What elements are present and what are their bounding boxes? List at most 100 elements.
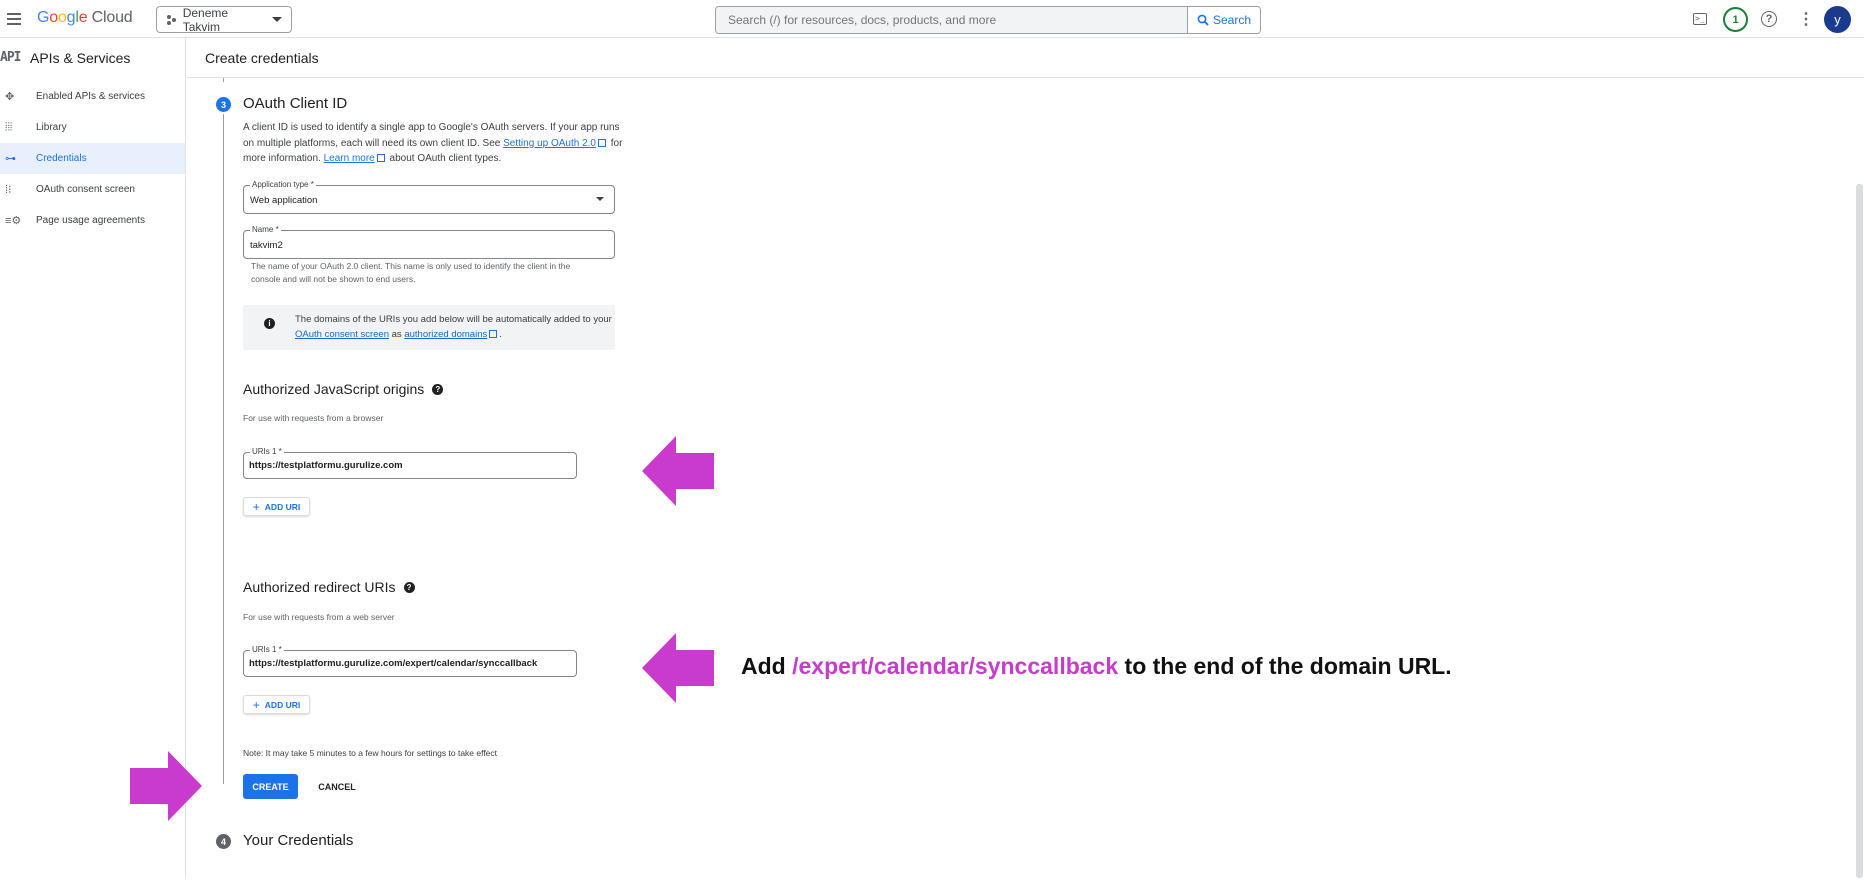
logo-letter: e <box>78 9 88 26</box>
name-field-label: Name * <box>250 225 281 235</box>
external-link-icon <box>376 154 385 162</box>
info-icon: i <box>264 318 275 329</box>
info-callout: i The domains of the URIs you add below … <box>243 305 615 350</box>
info-text-part: The domains of the URIs you add below wi… <box>295 314 612 325</box>
stepper-line <box>223 78 224 82</box>
application-type-label: Application type * <box>250 180 316 190</box>
sidebar-item-enabled-apis[interactable]: ✥ Enabled APIs & services <box>0 81 185 112</box>
api-logo-icon: API <box>0 50 21 65</box>
step-number-badge: 3 <box>216 97 231 112</box>
add-js-origin-uri-button[interactable]: + ADD URI <box>243 497 310 516</box>
arrow-left-icon <box>642 633 714 703</box>
arrow-right-icon <box>130 751 202 821</box>
plus-icon: + <box>252 499 260 514</box>
step-title: OAuth Client ID <box>243 95 348 112</box>
instruction-annotation: Add /expert/calendar/synccallback to the… <box>741 653 1452 680</box>
avatar[interactable]: y <box>1824 6 1851 33</box>
menu-icon[interactable] <box>7 13 21 25</box>
annotation-text: Add <box>741 653 786 679</box>
sidebar-item-label: Page usage agreements <box>36 215 145 226</box>
project-icon <box>167 14 177 25</box>
api-hub-icon: ✥ <box>5 91 15 103</box>
js-origins-subtitle: For use with requests from a browser <box>243 413 384 423</box>
info-text-part: . <box>499 329 502 340</box>
notification-badge[interactable]: 1 <box>1723 7 1748 32</box>
uri-field-label: URIs 1 * <box>250 645 284 655</box>
redirect-uri-input[interactable]: URIs 1 * https://testplatformu.gurulize.… <box>243 645 577 677</box>
sidebar-header[interactable]: API APIs & Services <box>0 38 185 77</box>
add-uri-label: ADD URI <box>264 699 301 710</box>
sidebar-item-oauth-consent[interactable]: ⁞⁝ OAuth consent screen <box>0 174 185 205</box>
oauth-description: A client ID is used to identify a single… <box>243 120 623 167</box>
help-icon[interactable]: ? <box>1759 9 1779 29</box>
key-icon: ⊶ <box>5 153 16 165</box>
plus-icon: + <box>252 697 260 712</box>
annotation-text: to the end of the domain URL. <box>1124 653 1452 679</box>
arrow-left-icon <box>642 436 714 506</box>
info-text-part: as <box>391 329 402 340</box>
external-link-icon <box>597 138 606 147</box>
search-button-label: Search <box>1212 13 1252 27</box>
settings-note: Note: It may take 5 minutes to a few hou… <box>243 748 498 758</box>
terminal-icon[interactable]: >_ <box>1690 9 1710 29</box>
logo-cloud-text: Cloud <box>91 9 133 26</box>
sidebar-item-library[interactable]: ⦙⦙⦙ Library <box>0 112 185 143</box>
project-name: Deneme Takvim <box>182 5 229 34</box>
application-type-select[interactable]: Application type * Web application <box>243 180 615 214</box>
application-type-value: Web application <box>250 195 318 206</box>
description-text: about OAuth client types. <box>389 153 502 164</box>
uri-field-value: https://testplatformu.gurulize.com/exper… <box>249 658 538 669</box>
stepper-line <box>223 114 224 784</box>
sidebar-item-label: OAuth consent screen <box>36 184 135 195</box>
oauth-consent-screen-link[interactable]: OAuth consent screen <box>295 329 389 340</box>
sidebar-item-label: Library <box>36 122 67 133</box>
top-bar: Google Cloud Deneme Takvim Search >_ 1 ?… <box>0 0 1864 38</box>
library-icon: ⦙⦙⦙ <box>5 121 13 133</box>
add-redirect-uri-button[interactable]: + ADD URI <box>243 695 310 714</box>
project-picker[interactable]: Deneme Takvim <box>156 5 292 34</box>
cancel-button[interactable]: CANCEL <box>310 774 364 799</box>
name-field-hint: The name of your OAuth 2.0 client. This … <box>251 261 571 284</box>
more-vert-icon[interactable]: ⋮ <box>1796 9 1816 29</box>
info-text: The domains of the URIs you add below wi… <box>295 312 613 342</box>
consent-icon: ⁞⁝ <box>5 184 12 196</box>
setting-up-oauth-link[interactable]: Setting up OAuth 2.0 <box>503 138 596 149</box>
search-bar: Search <box>715 6 1261 34</box>
sidebar-item-label: Credentials <box>36 153 87 164</box>
scrollbar[interactable] <box>1856 184 1863 878</box>
redirect-uris-heading: Authorized redirect URIs ? <box>243 579 415 595</box>
page-title: Create credentials <box>187 38 1864 78</box>
sidebar-item-label: Enabled APIs & services <box>36 91 145 102</box>
search-button[interactable]: Search <box>1187 7 1260 33</box>
annotation-highlight: /expert/calendar/synccallback <box>792 653 1119 679</box>
google-cloud-logo[interactable]: Google Cloud <box>37 9 133 27</box>
help-tooltip-icon[interactable]: ? <box>403 581 415 593</box>
create-button[interactable]: CREATE <box>243 774 298 799</box>
learn-more-link[interactable]: Learn more <box>324 153 375 164</box>
search-input[interactable] <box>716 7 1187 33</box>
logo-letter: G <box>37 9 50 26</box>
js-origins-title: Authorized JavaScript origins <box>243 381 425 397</box>
logo-letter: o <box>57 9 67 26</box>
name-field-value: takvim2 <box>250 240 283 251</box>
logo-letter: o <box>49 9 58 26</box>
chevron-down-icon <box>272 17 282 22</box>
uri-field-label: URIs 1 * <box>250 447 284 457</box>
settings-list-icon: ≡⚙ <box>5 215 22 227</box>
external-link-icon <box>489 330 498 338</box>
redirect-uris-subtitle: For use with requests from a web server <box>243 612 395 622</box>
redirect-uris-title: Authorized redirect URIs <box>243 579 396 595</box>
help-tooltip-icon[interactable]: ? <box>432 383 444 395</box>
uri-field-value: https://testplatformu.gurulize.com <box>249 460 403 471</box>
sidebar-item-credentials[interactable]: ⊶ Credentials <box>0 143 185 174</box>
your-credentials-title: Your Credentials <box>243 832 354 849</box>
add-uri-label: ADD URI <box>264 501 301 512</box>
step-number-badge: 4 <box>216 834 231 849</box>
sidebar-item-page-usage[interactable]: ≡⚙ Page usage agreements <box>0 205 185 236</box>
chevron-down-icon <box>596 197 604 201</box>
sidebar-title: APIs & Services <box>30 49 131 66</box>
js-origin-uri-input[interactable]: URIs 1 * https://testplatformu.gurulize.… <box>243 447 577 479</box>
authorized-domains-link[interactable]: authorized domains <box>404 329 487 340</box>
js-origins-heading: Authorized JavaScript origins ? <box>243 381 444 397</box>
name-field[interactable]: Name * takvim2 <box>243 225 615 259</box>
